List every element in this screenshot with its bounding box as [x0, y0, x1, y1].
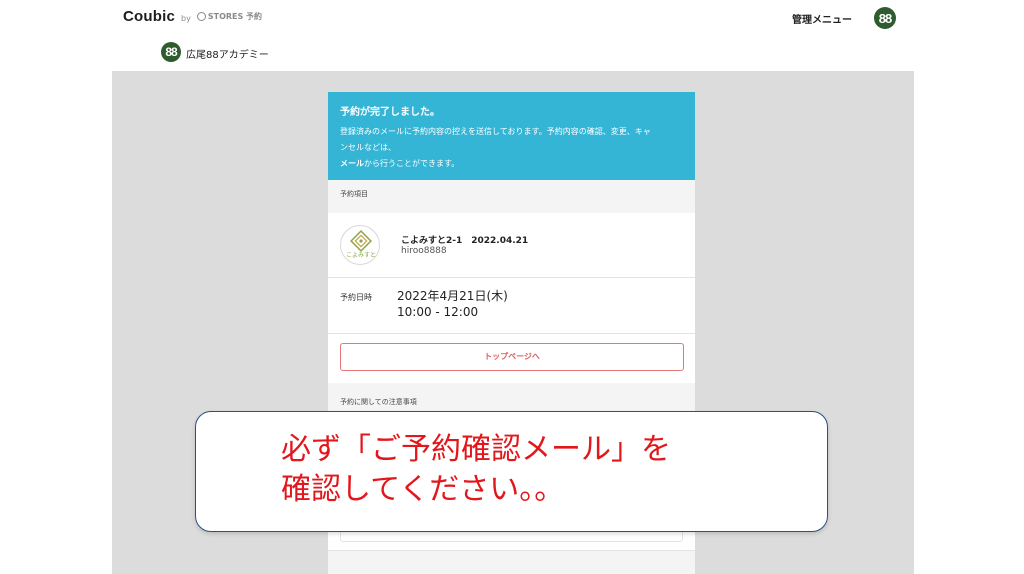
reservation-item-heading: 予約項目 [328, 180, 695, 213]
logo-by: by [181, 14, 191, 23]
reservation-item-row: こよみすと こよみすと2-1 2022.04.21 hiroo8888 [328, 213, 695, 278]
message-mail-word: メール [340, 159, 364, 168]
datetime-label: 予約日時 [340, 293, 372, 302]
user-avatar[interactable]: 88 [874, 7, 896, 29]
reservation-date: 2022年4月21日(木) [397, 289, 508, 303]
message-line-3-rest: から行うことができます。 [364, 159, 460, 168]
completion-banner: 予約が完了しました。 登録済みのメールに予約内容の控えを送信しております。予約内… [328, 92, 695, 180]
top-header: Coubic by STORES 予約 管理メニュー 88 88 広尾88アカデ… [0, 0, 1024, 72]
logo-wordmark: Coubic [123, 8, 176, 25]
reservation-datetime-row: 予約日時 2022年4月21日(木) 10:00 - 12:00 [328, 278, 695, 334]
item-organizer: hiroo8888 [401, 246, 447, 256]
completion-title: 予約が完了しました。 [340, 107, 440, 118]
stores-mark-icon [196, 12, 206, 21]
message-line-1: 登録済みのメールに予約内容の控えを送信しております。予約内容の確認、変更、キャ [340, 127, 651, 136]
message-line-3: メールから行うことができます。 [340, 156, 683, 172]
top-page-button[interactable]: トップページへ [340, 343, 684, 371]
shop-name[interactable]: 広尾88アカデミー [186, 46, 269, 61]
admin-menu-link[interactable]: 管理メニュー [792, 11, 852, 26]
koyomist-logo-icon: こよみすと [346, 230, 376, 259]
item-thumbnail: こよみすと [340, 225, 380, 265]
page: Coubic by STORES 予約 管理メニュー 88 88 広尾88アカデ… [0, 0, 1024, 574]
coubic-logo[interactable]: Coubic by STORES 予約 [123, 8, 262, 25]
thumb-caption: こよみすと [346, 252, 376, 259]
callout-text: 必ず「ご予約確認メール」を 確認してください。。 [281, 432, 671, 507]
callout-box: 必ず「ご予約確認メール」を 確認してください。。 [195, 411, 828, 532]
completion-message: 登録済みのメールに予約内容の控えを送信しております。予約内容の確認、変更、キャ … [340, 124, 683, 172]
datetime-value: 2022年4月21日(木) 10:00 - 12:00 [397, 288, 508, 320]
shop-avatar: 88 [161, 42, 181, 62]
reservation-time: 10:00 - 12:00 [397, 305, 479, 319]
stores-label: STORES 予約 [207, 12, 263, 21]
stores-logo: STORES 予約 [196, 11, 263, 22]
notes-heading: 予約に関しての注意事項 [328, 383, 695, 413]
message-line-2: ンセルなどは、 [340, 143, 396, 152]
card-footer [328, 550, 695, 574]
item-title: こよみすと2-1 2022.04.21 [401, 236, 529, 246]
